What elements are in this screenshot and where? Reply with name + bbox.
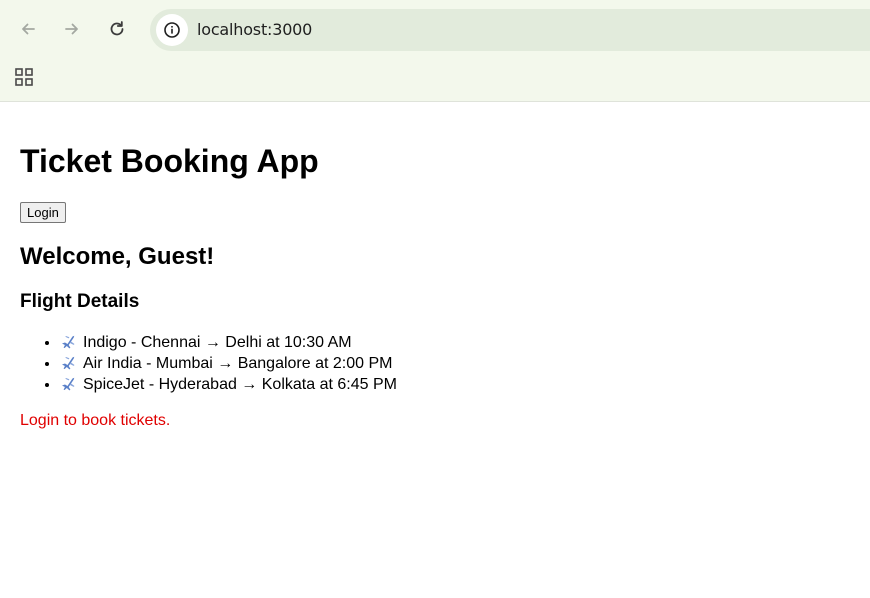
flight-text: Indigo - Chennai → Delhi at 10:30 AM [83,334,352,351]
apps-icon [15,68,33,86]
apps-button[interactable] [12,65,36,89]
login-button[interactable]: Login [20,202,66,223]
login-message: Login to book tickets. [20,412,171,429]
reload-icon [110,21,124,36]
welcome-heading: Welcome, Guest! [20,243,215,270]
back-icon [22,23,35,35]
flight-details-heading: Flight Details [20,291,140,312]
page-title: Ticket Booking App [20,143,319,179]
airplane-icon [62,335,75,349]
site-info-button[interactable] [156,14,188,46]
url-text[interactable]: localhost:3000 [197,20,312,39]
airplane-icon [62,377,75,391]
browser-toolbar: localhost:3000 [0,0,870,102]
flight-text: Air India - Mumbai → Bangalore at 2:00 P… [83,355,393,372]
airplane-icon [62,356,75,370]
back-button[interactable] [12,13,44,45]
flight-text: SpiceJet - Hyderabad → Kolkata at 6:45 P… [83,376,397,393]
flight-item: SpiceJet - Hyderabad → Kolkata at 6:45 P… [60,374,850,395]
reload-button[interactable] [101,13,133,45]
flight-item: Indigo - Chennai → Delhi at 10:30 AM [60,332,850,353]
forward-button[interactable] [56,13,88,45]
forward-icon [65,23,78,35]
flight-item: Air India - Mumbai → Bangalore at 2:00 P… [60,353,850,374]
info-icon [164,22,180,38]
page-content: Ticket Booking App Login Welcome, Guest!… [0,103,870,598]
flight-list: Indigo - Chennai → Delhi at 10:30 AM Air… [20,332,850,395]
address-bar[interactable]: localhost:3000 [150,9,870,51]
